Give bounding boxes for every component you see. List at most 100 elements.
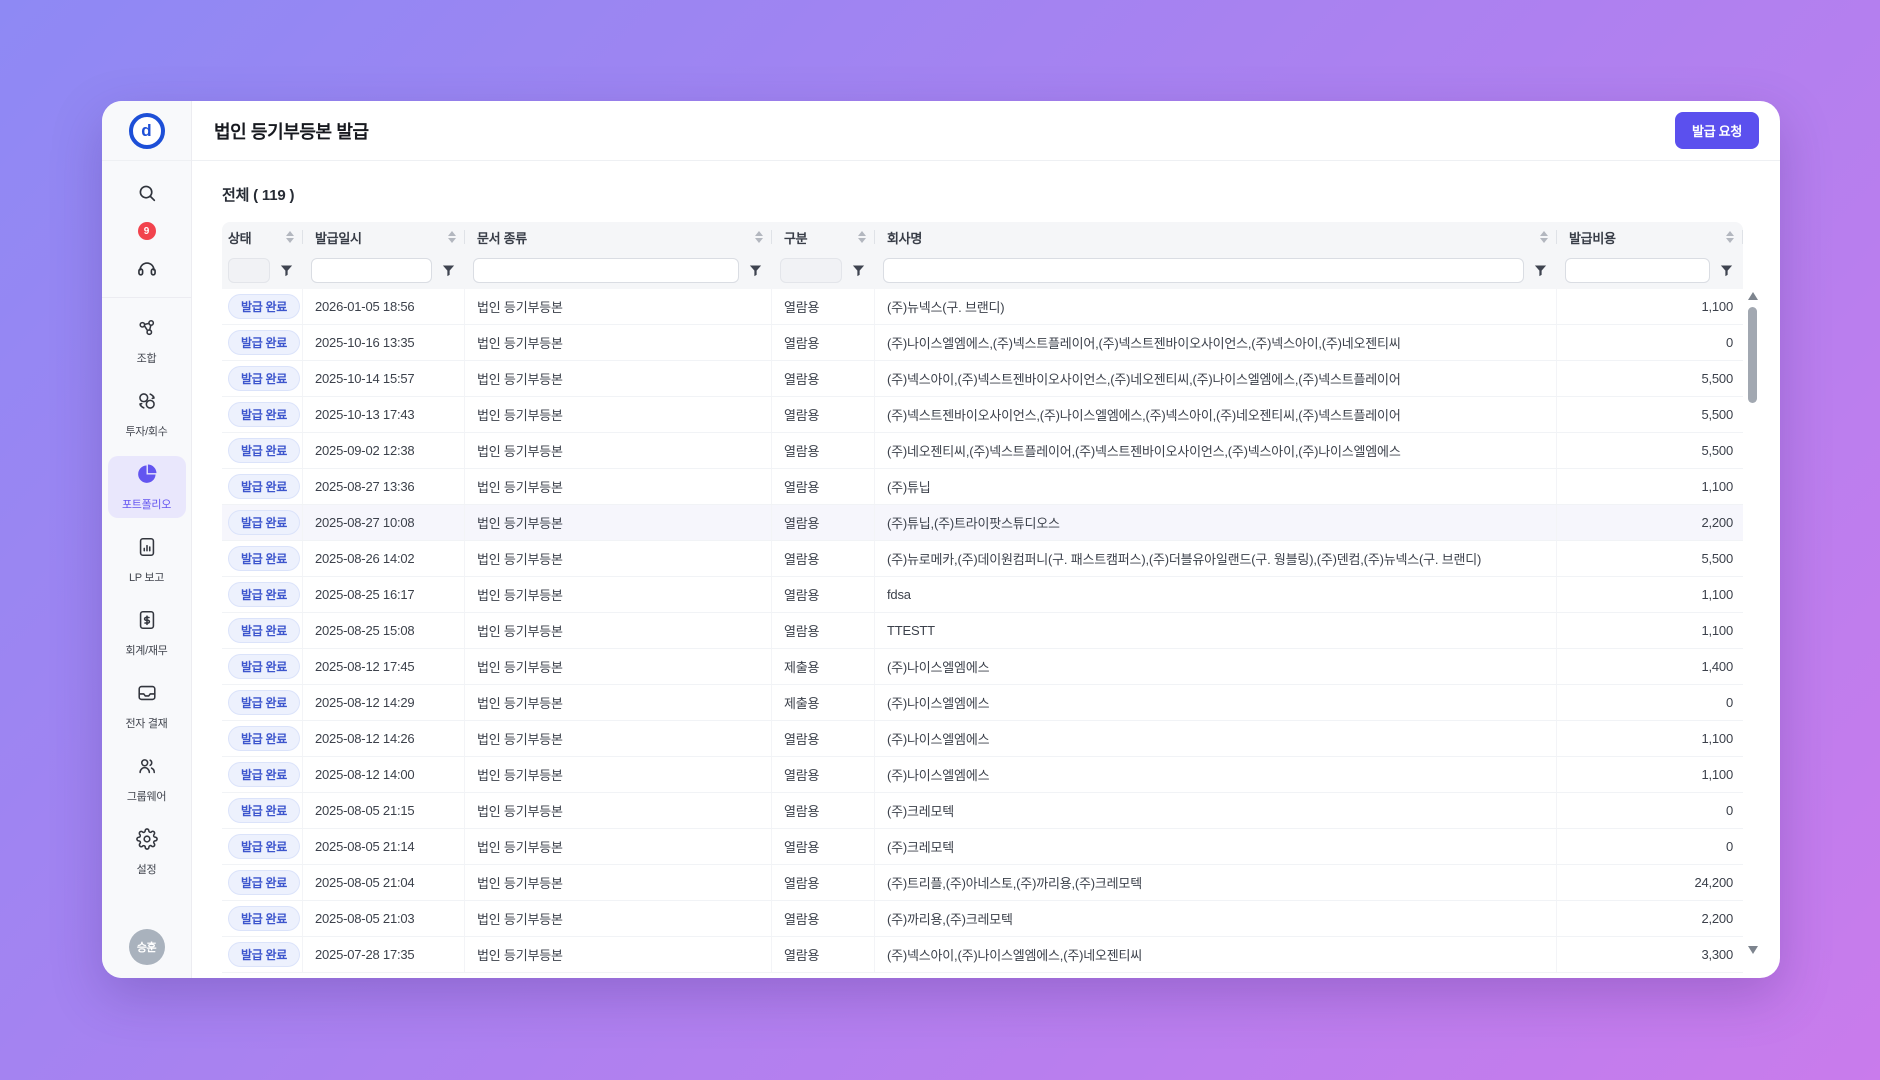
filter-funnel-icon[interactable] <box>748 263 763 278</box>
sidebar-item-settings[interactable]: 설정 <box>108 821 186 883</box>
status-badge: 발급 완료 <box>228 834 300 859</box>
cost-cell: 5,500 <box>1701 407 1733 422</box>
status-filter-input[interactable] <box>228 258 270 283</box>
table-scrollbar[interactable] <box>1748 292 1758 954</box>
status-badge: 발급 완료 <box>228 510 300 535</box>
table-row[interactable]: 발급 완료 2025-08-26 14:02 법인 등기부등본 열람용 (주)뉴로메카,… <box>222 541 1743 577</box>
table-row[interactable]: 발급 완료 2025-08-05 21:14 법인 등기부등본 열람용 (주)크레모텍 0 <box>222 829 1743 865</box>
company-cell: (주)나이스엘엠에스 <box>875 649 1557 684</box>
table-row[interactable]: 발급 완료 2025-07-28 17:35 법인 등기부등본 열람용 (주)넥스아이,… <box>222 937 1743 973</box>
status-badge: 발급 완료 <box>228 366 300 391</box>
purpose-cell: 열람용 <box>772 577 875 612</box>
status-cell: 발급 완료 <box>222 901 303 936</box>
status-badge: 발급 완료 <box>228 330 300 355</box>
scrollbar-thumb[interactable] <box>1748 307 1757 403</box>
filter-funnel-icon[interactable] <box>851 263 866 278</box>
table-row[interactable]: 발급 완료 2025-10-14 15:57 법인 등기부등본 열람용 (주)넥스아이,… <box>222 361 1743 397</box>
cost-cell: 0 <box>1725 839 1733 854</box>
purpose-cell: 열람용 <box>772 829 875 864</box>
sidebar-item-label: 조합 <box>136 353 157 365</box>
date-cell: 2025-08-05 21:04 <box>303 865 465 900</box>
table-row[interactable]: 발급 완료 2025-08-12 17:45 법인 등기부등본 제출용 (주)나이스엘엠… <box>222 649 1743 685</box>
sidebar-item-portfolio[interactable]: 포트폴리오 <box>107 456 186 518</box>
doc-type-cell: 법인 등기부등본 <box>465 505 772 540</box>
cost-cell: 0 <box>1725 803 1733 818</box>
table-row[interactable]: 발급 완료 2025-09-02 12:38 법인 등기부등본 열람용 (주)네오젠티씨… <box>222 433 1743 469</box>
date-cell: 2025-08-05 21:14 <box>303 829 465 864</box>
purpose-cell: 열람용 <box>772 901 875 936</box>
filter-funnel-icon[interactable] <box>1533 263 1548 278</box>
company-filter-input[interactable] <box>883 258 1524 283</box>
status-cell: 발급 완료 <box>222 685 303 720</box>
date-cell: 2025-08-05 21:03 <box>303 901 465 936</box>
cost-cell: 1,100 <box>1701 731 1733 746</box>
date-cell: 2025-08-25 15:08 <box>303 613 465 648</box>
sort-icon[interactable] <box>1726 231 1734 243</box>
table-row[interactable]: 발급 완료 2025-08-25 15:08 법인 등기부등본 열람용 TTESTT 1,… <box>222 613 1743 649</box>
sidebar-item-finance[interactable]: 회계/재무 <box>108 602 186 664</box>
company-cell: (주)넥스아이,(주)나이스엘엠에스,(주)네오젠티씨 <box>875 937 1557 972</box>
table-row[interactable]: 발급 완료 2025-08-12 14:00 법인 등기부등본 열람용 (주)나이스엘엠… <box>222 757 1743 793</box>
type-filter-input[interactable] <box>780 258 842 283</box>
purpose-cell: 열람용 <box>772 793 875 828</box>
doc-type-cell: 법인 등기부등본 <box>465 721 772 756</box>
filter-funnel-icon[interactable] <box>279 263 294 278</box>
app-logo[interactable]: d <box>128 112 165 149</box>
sidebar-item-invest[interactable]: 투자/회수 <box>108 383 186 445</box>
issue-request-button[interactable]: 발급 요청 <box>1675 112 1759 149</box>
notification-badge[interactable]: 9 <box>137 222 156 240</box>
sort-icon[interactable] <box>1540 231 1548 243</box>
status-badge: 발급 완료 <box>228 870 300 895</box>
sidebar-item-approval[interactable]: 전자 결재 <box>108 675 186 737</box>
filter-funnel-icon[interactable] <box>1719 263 1734 278</box>
date-cell: 2025-09-02 12:38 <box>303 433 465 468</box>
table-filter-row <box>222 252 1743 289</box>
scroll-down-icon[interactable] <box>1748 946 1758 954</box>
search-icon[interactable] <box>135 181 159 205</box>
status-badge: 발급 완료 <box>228 402 300 427</box>
table-row[interactable]: 발급 완료 2025-08-12 14:26 법인 등기부등본 열람용 (주)나이스엘엠… <box>222 721 1743 757</box>
table-row[interactable]: 발급 완료 2026-01-05 18:56 법인 등기부등본 열람용 (주)뉴넥스(구… <box>222 289 1743 325</box>
company-cell: (주)네오젠티씨,(주)넥스트플레이어,(주)넥스트젠바이오사이언스,(주)넥스… <box>875 433 1557 468</box>
table-row[interactable]: 발급 완료 2025-08-05 21:03 법인 등기부등본 열람용 (주)까리용,(… <box>222 901 1743 937</box>
table-row[interactable]: 발급 완료 2025-08-05 21:04 법인 등기부등본 열람용 (주)트리플,(… <box>222 865 1743 901</box>
company-cell: (주)나이스엘엠에스 <box>875 757 1557 792</box>
status-badge: 발급 완료 <box>228 762 300 787</box>
date-cell: 2026-01-05 18:56 <box>303 289 465 324</box>
sidebar-item-label: LP 보고 <box>128 572 165 584</box>
filter-funnel-icon[interactable] <box>441 263 456 278</box>
cost-filter-input[interactable] <box>1565 258 1710 283</box>
doc-filter-input[interactable] <box>473 258 739 283</box>
sidebar-item-label: 전자 결재 <box>125 718 168 730</box>
sidebar-item-groupware[interactable]: 그룹웨어 <box>108 748 186 810</box>
table-row[interactable]: 발급 완료 2025-08-27 13:36 법인 등기부등본 열람용 (주)튜닙 1,1… <box>222 469 1743 505</box>
status-cell: 발급 완료 <box>222 721 303 756</box>
purpose-cell: 열람용 <box>772 505 875 540</box>
sort-icon[interactable] <box>858 231 866 243</box>
cost-cell: 0 <box>1725 695 1733 710</box>
cost-cell: 1,400 <box>1701 659 1733 674</box>
table-row[interactable]: 발급 완료 2025-08-27 10:08 법인 등기부등본 열람용 (주)튜닙,(주… <box>222 505 1743 541</box>
scroll-up-icon[interactable] <box>1748 292 1758 300</box>
sidebar-item-johap[interactable]: 조합 <box>108 310 186 372</box>
sort-icon[interactable] <box>286 231 294 243</box>
user-avatar[interactable]: 승훈 <box>128 929 165 965</box>
total-count-label: 전체 ( 119 ) <box>222 187 295 204</box>
headset-icon[interactable] <box>135 257 159 281</box>
sort-icon[interactable] <box>448 231 456 243</box>
table-body: 발급 완료 2026-01-05 18:56 법인 등기부등본 열람용 (주)뉴넥스(구… <box>222 289 1743 973</box>
purpose-cell: 제출용 <box>772 685 875 720</box>
status-badge: 발급 완료 <box>228 438 300 463</box>
table-row[interactable]: 발급 완료 2025-10-16 13:35 법인 등기부등본 열람용 (주)나이스엘엠… <box>222 325 1743 361</box>
table-row[interactable]: 발급 완료 2025-08-05 21:15 법인 등기부등본 열람용 (주)크레모텍 0 <box>222 793 1743 829</box>
date-filter-input[interactable] <box>311 258 432 283</box>
sidebar-item-lp-report[interactable]: LP 보고 <box>108 529 186 591</box>
table-row[interactable]: 발급 완료 2025-08-25 16:17 법인 등기부등본 열람용 fdsa 1,10… <box>222 577 1743 613</box>
sort-icon[interactable] <box>755 231 763 243</box>
pie-chart-icon <box>136 463 158 490</box>
status-cell: 발급 완료 <box>222 649 303 684</box>
report-doc-icon <box>136 536 158 563</box>
table-row[interactable]: 발급 완료 2025-08-12 14:29 법인 등기부등본 제출용 (주)나이스엘엠… <box>222 685 1743 721</box>
table-row[interactable]: 발급 완료 2025-10-13 17:43 법인 등기부등본 열람용 (주)넥스트젠바… <box>222 397 1743 433</box>
status-cell: 발급 완료 <box>222 289 303 324</box>
